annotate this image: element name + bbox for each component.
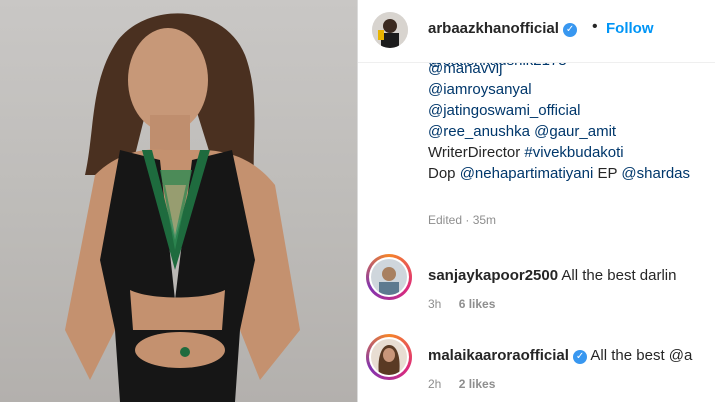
avatar[interactable] (372, 12, 408, 48)
comment-text: malaikaaroraofficial ✓ All the best @a (428, 347, 692, 364)
comment-body: All the best darlin (561, 267, 677, 284)
verified-badge-icon: ✓ (573, 350, 588, 364)
commenter-avatar-image (371, 339, 407, 375)
comment-meta: 3h 6 likes (428, 297, 495, 311)
commenter-avatar-graphic (371, 339, 407, 375)
post-details-panel: arbaazkhanofficial ✓ • Follow @satishkau… (358, 0, 715, 402)
avatar[interactable] (366, 254, 412, 300)
follow-button[interactable]: Follow (606, 20, 654, 37)
header-separator: • (592, 18, 598, 35)
avatar-ring-inner (369, 337, 409, 377)
comment-username[interactable]: malaikaaroraofficial (428, 347, 569, 364)
caption-line: WriterDirector #vivekbudakoti (428, 142, 715, 163)
caption-line: @jatingoswami_official (428, 100, 715, 121)
avatar[interactable] (366, 334, 412, 380)
comment-likes[interactable]: 2 likes (459, 377, 496, 391)
mention-link[interactable]: @shardas (621, 165, 690, 182)
author-username[interactable]: arbaazkhanofficial ✓ (428, 20, 578, 37)
avatar-ring-inner (369, 257, 409, 297)
commenter-avatar-image (371, 259, 407, 295)
comment-likes[interactable]: 6 likes (459, 297, 496, 311)
comment-time[interactable]: 3h (428, 297, 441, 311)
mention-link[interactable]: @jatingoswami_official (428, 102, 581, 119)
post-caption: @manavvij @iamroysanyal @jatingoswami_of… (428, 58, 715, 184)
post-photo-illustration (65, 13, 300, 402)
caption-text: Dop (428, 165, 460, 182)
caption-line: @ree_anushka @gaur_amit (428, 121, 715, 142)
mention-link[interactable]: @iamroysanyal (428, 81, 532, 98)
comment-item: malaikaaroraofficial ✓ All the best @a 2… (358, 334, 715, 402)
comment-username[interactable]: sanjaykapoor2500 (428, 267, 558, 284)
caption-text: WriterDirector (428, 144, 525, 161)
comment-meta: 2h 2 likes (428, 377, 495, 391)
commenter-avatar-graphic (371, 259, 407, 295)
comment-text: sanjaykapoor2500 All the best darlin (428, 267, 677, 284)
comment-time[interactable]: 2h (428, 377, 441, 391)
mention-link[interactable]: @ree_anushka (428, 123, 530, 140)
comment-body: All the best @a (590, 347, 693, 364)
verified-badge-icon: ✓ (563, 23, 578, 37)
post-header: arbaazkhanofficial ✓ • Follow (358, 0, 715, 63)
caption-line: @iamroysanyal (428, 79, 715, 100)
mention-link[interactable]: @gaur_amit (534, 123, 616, 140)
caption-text: EP (593, 165, 622, 182)
author-avatar-image (372, 12, 408, 48)
comment-item: sanjaykapoor2500 All the best darlin 3h … (358, 254, 715, 324)
author-username-text[interactable]: arbaazkhanofficial (428, 20, 559, 37)
mention-link[interactable]: @nehapartimatiyani (460, 165, 594, 182)
caption-line: Dop @nehapartimatiyani EP @shardas (428, 163, 715, 184)
edited-timestamp: Edited · 35m (428, 213, 497, 227)
hashtag-link[interactable]: #vivekbudakoti (524, 144, 623, 161)
post-image (0, 0, 357, 402)
